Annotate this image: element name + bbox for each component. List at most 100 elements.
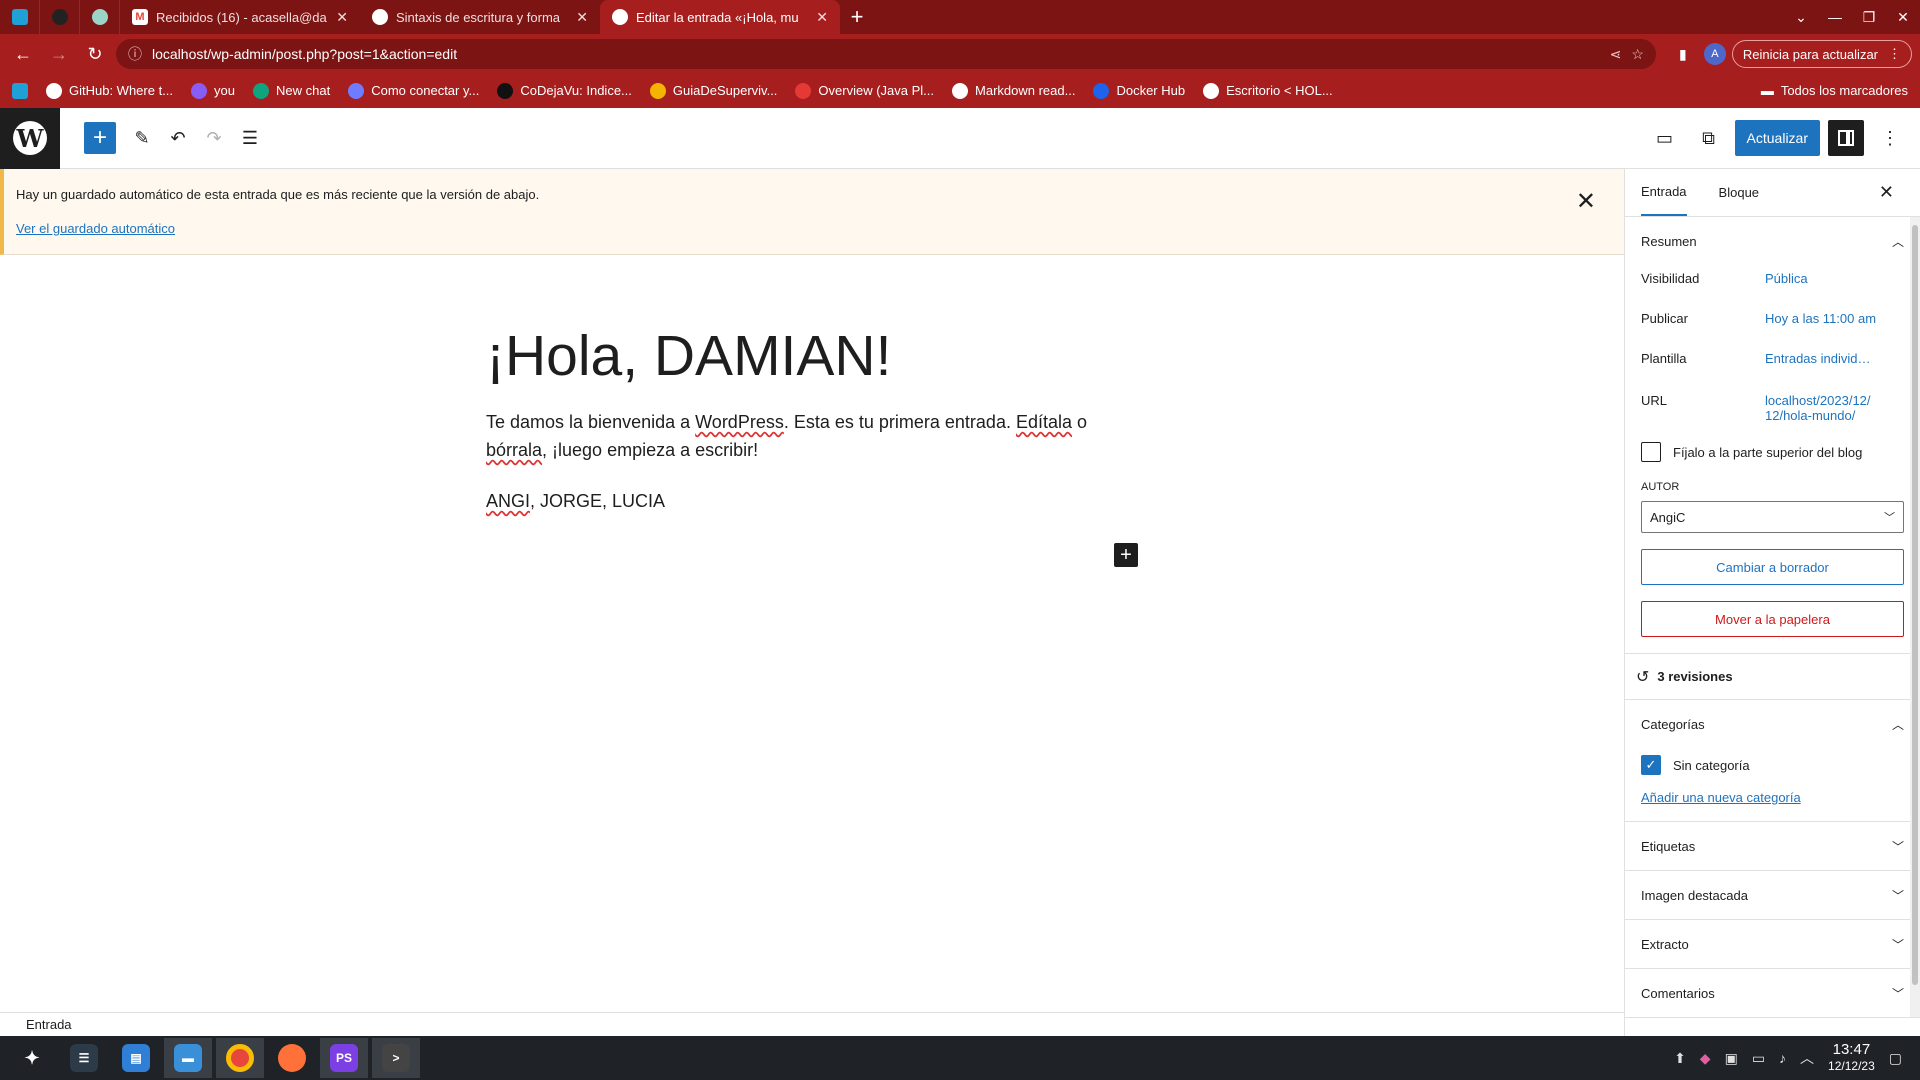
- move-to-trash-button[interactable]: Mover a la papelera: [1641, 601, 1904, 637]
- app-launcher-button[interactable]: ✦: [8, 1038, 56, 1078]
- share-icon[interactable]: ⋖: [1610, 46, 1622, 63]
- bookmark-item[interactable]: Docker Hub: [1093, 82, 1185, 99]
- bookmark-item[interactable]: GuiaDeSuperviv...: [649, 82, 777, 99]
- update-button[interactable]: Actualizar: [1734, 120, 1820, 156]
- tags-panel: Etiquetas ﹀: [1625, 822, 1920, 871]
- close-icon[interactable]: ✕: [816, 9, 828, 26]
- taskbar-chrome[interactable]: [216, 1038, 264, 1078]
- tray-expand-icon[interactable]: ︿: [1800, 1048, 1814, 1068]
- tab-gmail[interactable]: M Recibidos (16) - acasella@da ✕: [120, 0, 360, 34]
- add-block-button[interactable]: +: [1114, 543, 1138, 567]
- volume-muted-icon[interactable]: ♪: [1779, 1050, 1786, 1066]
- url-omnibox[interactable]: ⓘ localhost/wp-admin/post.php?post=1&act…: [116, 39, 1656, 69]
- taskbar-firefox[interactable]: [268, 1038, 316, 1078]
- apps-shortcut-icon[interactable]: [12, 82, 28, 99]
- template-value[interactable]: Entradas individ…: [1765, 345, 1904, 366]
- bookmark-item[interactable]: GitHub: Where t...: [46, 82, 173, 99]
- bookmark-item[interactable]: you: [191, 82, 235, 99]
- category-row[interactable]: ✓ Sin categoría: [1641, 748, 1904, 782]
- sidebar-scrollbar[interactable]: [1910, 217, 1920, 1017]
- clipboard-icon[interactable]: ▣: [1725, 1050, 1738, 1067]
- close-icon[interactable]: ✕: [576, 9, 588, 26]
- taskbar-settings[interactable]: ☰: [60, 1038, 108, 1078]
- add-category-link[interactable]: Añadir una nueva categoría: [1641, 790, 1904, 805]
- site-info-icon[interactable]: ⓘ: [128, 44, 142, 64]
- edit-tools-icon[interactable]: ✎: [124, 120, 160, 156]
- preview-device-icon[interactable]: ▭: [1647, 120, 1683, 156]
- taskbar-phpstorm[interactable]: PS: [320, 1038, 368, 1078]
- update-icon[interactable]: ⬆: [1674, 1050, 1686, 1067]
- featured-image-header[interactable]: Imagen destacada ﹀: [1641, 871, 1904, 919]
- author-label: AUTOR: [1641, 481, 1680, 493]
- url-text[interactable]: localhost/wp-admin/post.php?post=1&actio…: [152, 46, 1600, 62]
- visibility-value[interactable]: Pública: [1765, 265, 1904, 286]
- sticky-row[interactable]: Fíjalo a la parte superior del blog: [1641, 435, 1904, 469]
- view-autosave-link[interactable]: Ver el guardado automático: [16, 221, 175, 236]
- block-inserter-button[interactable]: +: [84, 122, 116, 154]
- names-paragraph-block[interactable]: ANGI, JORGE, LUCIA: [486, 491, 665, 512]
- tab-bloque[interactable]: Bloque: [1719, 169, 1759, 216]
- close-icon[interactable]: ✕: [1879, 182, 1894, 203]
- summary-header[interactable]: Resumen ︿: [1641, 217, 1904, 265]
- minimize-icon[interactable]: —: [1818, 0, 1852, 34]
- bookmark-item[interactable]: Overview (Java Pl...: [795, 82, 934, 99]
- taskbar-files[interactable]: ▬: [164, 1038, 212, 1078]
- taskbar-terminal[interactable]: >: [372, 1038, 420, 1078]
- reload-button[interactable]: ↻: [80, 39, 110, 69]
- show-desktop-icon[interactable]: ▢: [1889, 1050, 1902, 1067]
- editor-canvas[interactable]: ¡Hola, DAMIAN! Te damos la bienvenida a …: [0, 255, 1624, 1012]
- paragraph-block[interactable]: Te damos la bienvenida a WordPress. Esta…: [486, 408, 1116, 464]
- categories-header[interactable]: Categorías ︿: [1641, 700, 1904, 748]
- settings-sidebar-toggle[interactable]: [1828, 120, 1864, 156]
- scrollbar-thumb[interactable]: [1912, 225, 1918, 985]
- tags-header[interactable]: Etiquetas ﹀: [1641, 822, 1904, 870]
- tab-github[interactable]: Sintaxis de escritura y forma ✕: [360, 0, 600, 34]
- display-icon[interactable]: ▭: [1752, 1050, 1765, 1067]
- new-tab-button[interactable]: +: [840, 0, 874, 34]
- side-panel-icon[interactable]: ▮: [1668, 39, 1698, 69]
- publish-value[interactable]: Hoy a las 11:00 am: [1765, 305, 1904, 326]
- pinned-tab-1[interactable]: [0, 0, 40, 34]
- bookmark-item[interactable]: Markdown read...: [952, 82, 1075, 99]
- url-value[interactable]: localhost/2023/12/ 12/hola-mundo/: [1765, 387, 1875, 423]
- bookmark-item[interactable]: New chat: [253, 82, 330, 99]
- post-title[interactable]: ¡Hola, DAMIAN!: [486, 323, 891, 389]
- paragraph-text: Te damos la bienvenida a: [486, 412, 696, 432]
- wordpress-logo-button[interactable]: W: [0, 107, 60, 169]
- list-view-icon[interactable]: ☰: [232, 120, 268, 156]
- pinned-tab-2[interactable]: [40, 0, 80, 34]
- undo-icon[interactable]: ↶: [160, 120, 196, 156]
- sticky-checkbox[interactable]: [1641, 442, 1661, 462]
- forward-button[interactable]: →: [44, 39, 74, 69]
- bookmark-item[interactable]: Como conectar y...: [348, 82, 479, 99]
- category-checkbox[interactable]: ✓: [1641, 755, 1661, 775]
- bookmark-item[interactable]: Escritorio < HOL...: [1203, 82, 1333, 99]
- star-icon[interactable]: ☆: [1631, 46, 1644, 63]
- view-post-icon[interactable]: ⧉: [1691, 120, 1727, 156]
- tab-entrada[interactable]: Entrada: [1641, 169, 1687, 216]
- block-breadcrumb[interactable]: Entrada: [0, 1012, 1624, 1036]
- taskbar-store[interactable]: ▤: [112, 1038, 160, 1078]
- categories-panel: Categorías ︿ ✓ Sin categoría Añadir una …: [1625, 700, 1920, 822]
- all-bookmarks-folder[interactable]: ▬ Todos los marcadores: [1761, 83, 1908, 98]
- redo-icon[interactable]: ↷: [196, 120, 232, 156]
- vpn-icon[interactable]: ◆: [1700, 1050, 1711, 1067]
- tab-search-icon[interactable]: ⌄: [1784, 0, 1818, 34]
- restart-to-update-button[interactable]: Reinicia para actualizar ⋮: [1731, 40, 1912, 68]
- back-button[interactable]: ←: [8, 39, 38, 69]
- comments-header[interactable]: Comentarios ﹀: [1641, 969, 1904, 1017]
- close-icon[interactable]: ✕: [336, 9, 348, 26]
- author-select[interactable]: AngiC ﹀: [1641, 501, 1904, 533]
- close-icon[interactable]: ✕: [1576, 187, 1596, 216]
- switch-to-draft-button[interactable]: Cambiar a borrador: [1641, 549, 1904, 585]
- restore-icon[interactable]: ❐: [1852, 0, 1886, 34]
- excerpt-header[interactable]: Extracto ﹀: [1641, 920, 1904, 968]
- tab-wordpress-active[interactable]: Editar la entrada «¡Hola, mu ✕: [600, 0, 840, 34]
- clock[interactable]: 13:47 12/12/23: [1828, 1042, 1875, 1074]
- pinned-tab-3[interactable]: [80, 0, 120, 34]
- close-window-icon[interactable]: ✕: [1886, 0, 1920, 34]
- profile-avatar[interactable]: A: [1703, 43, 1726, 65]
- options-menu-icon[interactable]: ⋮: [1872, 120, 1908, 156]
- bookmark-item[interactable]: CoDejaVu: Indice...: [497, 82, 632, 99]
- revisions-link[interactable]: ↺ 3 revisiones: [1625, 654, 1920, 700]
